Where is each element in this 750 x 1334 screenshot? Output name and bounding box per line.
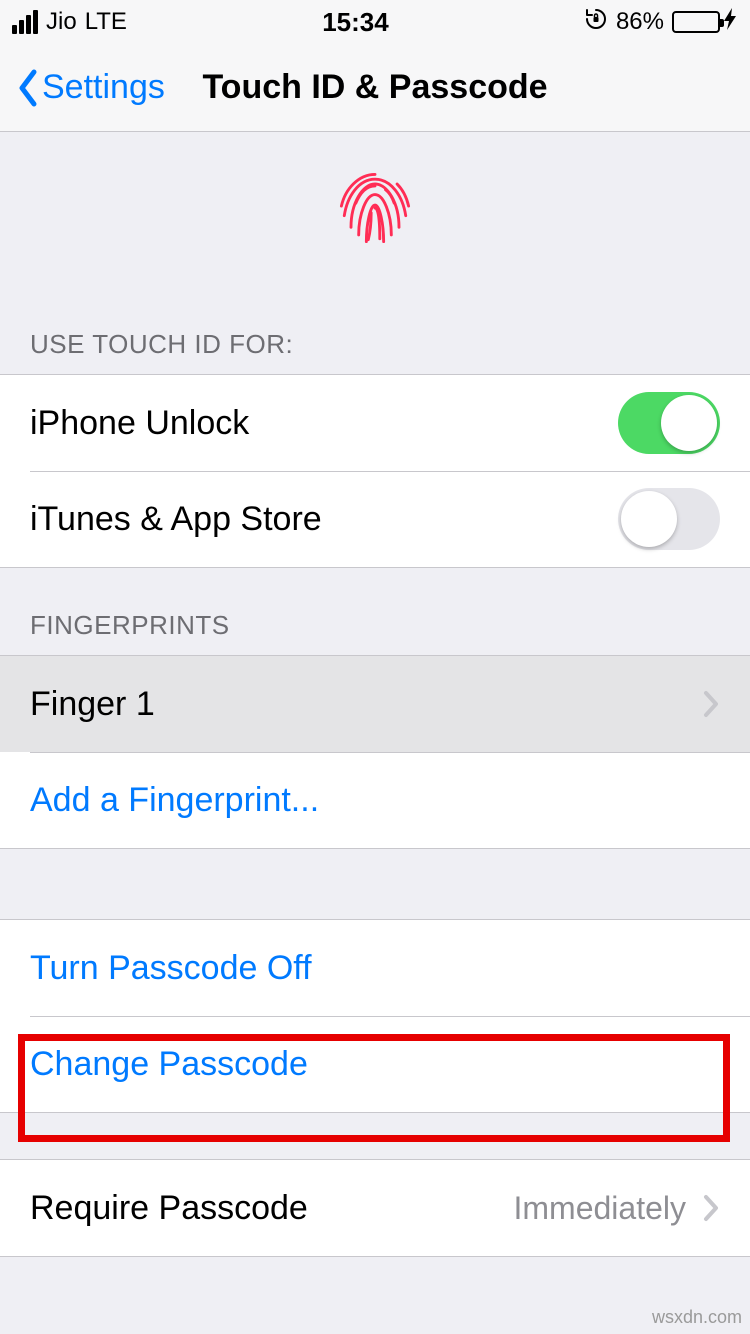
row-label: Add a Fingerprint...: [30, 781, 720, 820]
section-header-fingerprints: FINGERPRINTS: [0, 568, 750, 655]
chevron-right-icon: [702, 1193, 720, 1223]
toggle-iphone-unlock[interactable]: [618, 392, 720, 454]
section-header-use-for: USE TOUCH ID FOR:: [0, 287, 750, 374]
charging-icon: [724, 8, 738, 36]
chevron-left-icon: [16, 68, 40, 108]
status-left: Jio LTE: [12, 8, 127, 36]
row-finger-1[interactable]: Finger 1: [0, 656, 750, 752]
network-label: LTE: [85, 8, 127, 36]
orientation-lock-icon: [584, 7, 608, 37]
row-iphone-unlock: iPhone Unlock: [0, 375, 750, 471]
group-passcode-actions: Turn Passcode Off Change Passcode: [0, 919, 750, 1113]
status-bar: Jio LTE 15:34 86%: [0, 0, 750, 44]
row-label: iPhone Unlock: [30, 404, 618, 443]
row-change-passcode[interactable]: Change Passcode: [0, 1016, 750, 1112]
battery-icon: [672, 8, 738, 36]
row-label: Require Passcode: [30, 1189, 514, 1228]
battery-pct-label: 86%: [616, 8, 664, 36]
nav-bar: Settings Touch ID & Passcode: [0, 44, 750, 132]
clock-label: 15:34: [322, 7, 389, 38]
row-label: Turn Passcode Off: [30, 949, 720, 988]
row-require-passcode[interactable]: Require Passcode Immediately: [0, 1160, 750, 1256]
group-fingerprints: Finger 1 Add a Fingerprint...: [0, 655, 750, 849]
status-right: 86%: [584, 7, 738, 37]
row-label: Finger 1: [30, 685, 702, 724]
row-add-fingerprint[interactable]: Add a Fingerprint...: [0, 752, 750, 848]
carrier-label: Jio: [46, 8, 77, 36]
row-value: Immediately: [514, 1190, 687, 1227]
chevron-right-icon: [702, 689, 720, 719]
back-button[interactable]: Settings: [16, 68, 165, 108]
row-label: iTunes & App Store: [30, 500, 618, 539]
back-label: Settings: [42, 68, 165, 107]
signal-icon: [12, 10, 38, 34]
group-require-passcode: Require Passcode Immediately: [0, 1159, 750, 1257]
toggle-itunes-app-store[interactable]: [618, 488, 720, 550]
watermark: wsxdn.com: [652, 1307, 742, 1328]
row-label: Change Passcode: [30, 1045, 720, 1084]
section-gap: [0, 1113, 750, 1159]
row-turn-passcode-off[interactable]: Turn Passcode Off: [0, 920, 750, 1016]
group-use-for: iPhone Unlock iTunes & App Store: [0, 374, 750, 568]
section-gap: [0, 849, 750, 919]
row-itunes-app-store: iTunes & App Store: [0, 471, 750, 567]
fingerprint-icon: [327, 160, 423, 256]
touch-id-hero: [0, 132, 750, 287]
